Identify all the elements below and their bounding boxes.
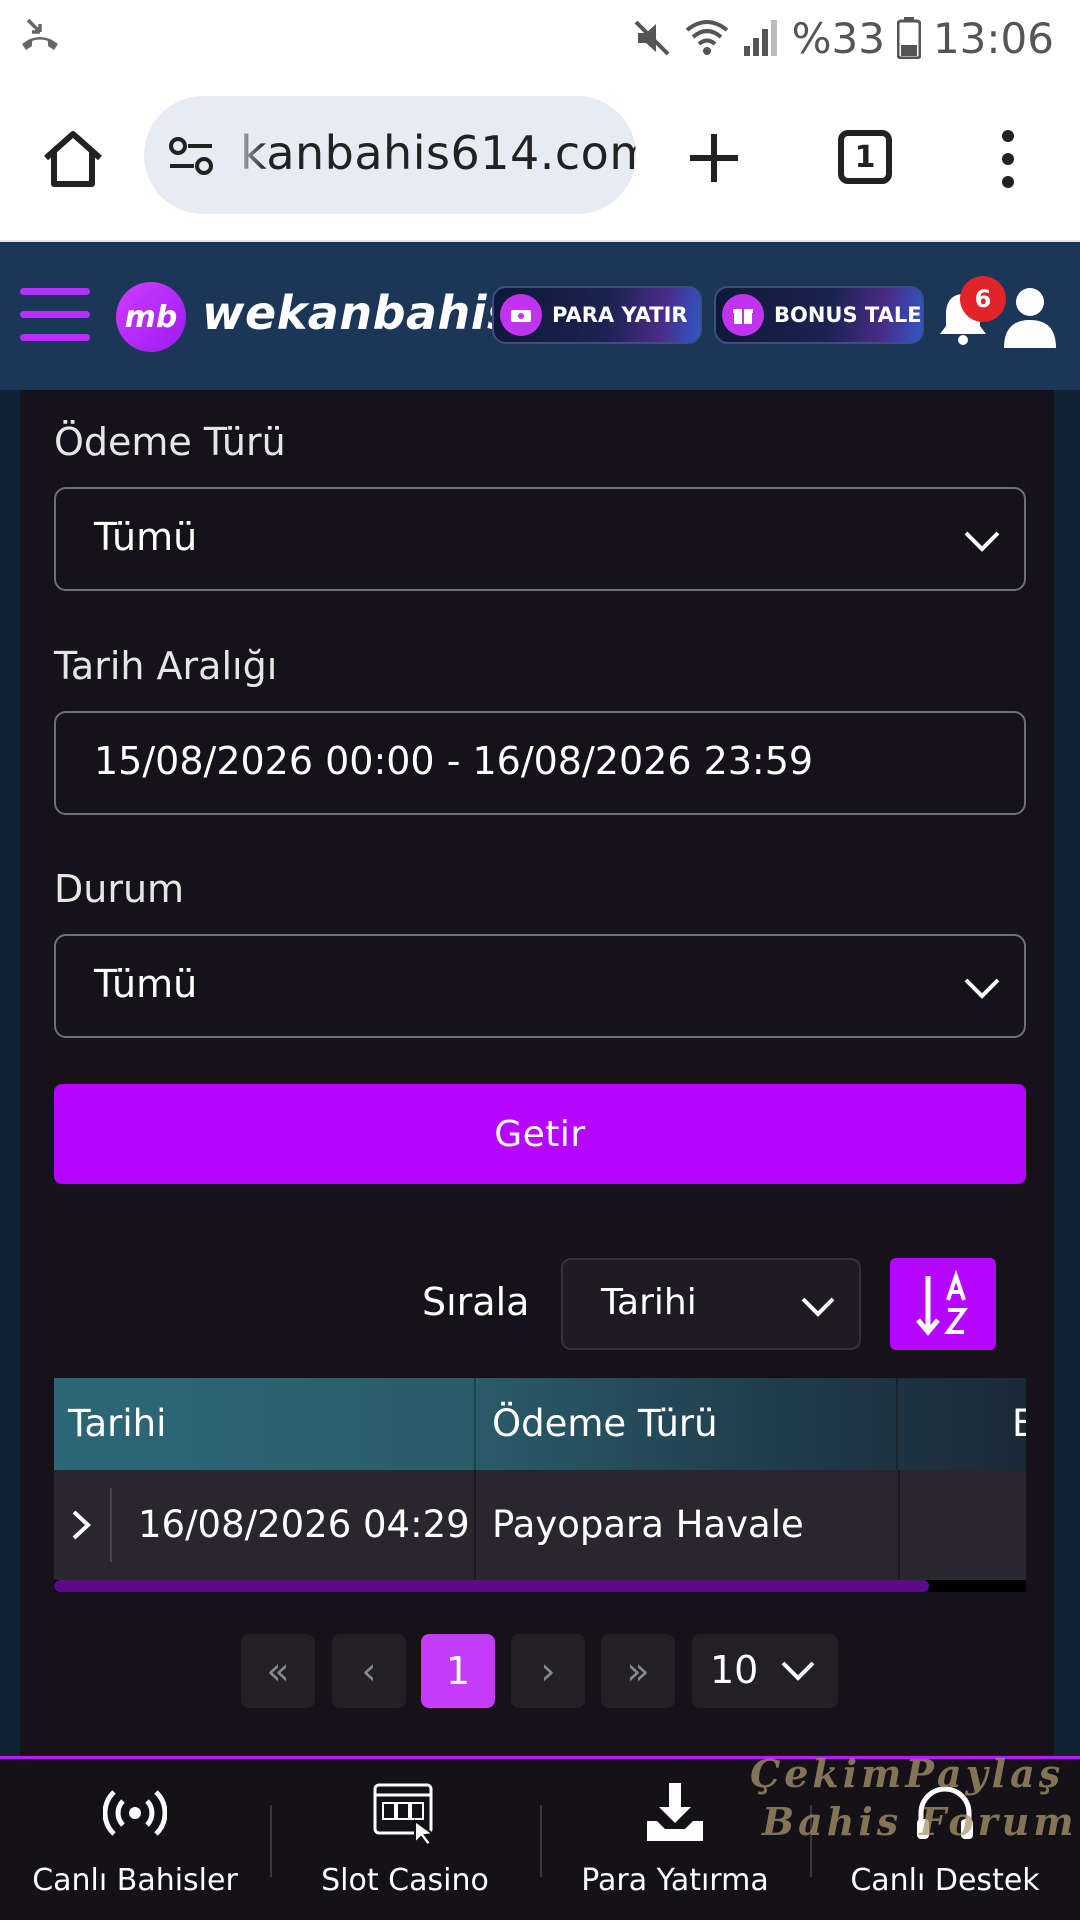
notification-count-badge: 6 <box>960 276 1006 322</box>
status-icons: %33 13:06 <box>632 10 1054 66</box>
sort-label: Sırala <box>422 1280 530 1324</box>
table-scrollbar[interactable] <box>54 1580 1026 1592</box>
row-payment-type: Payopara Havale <box>492 1503 804 1546</box>
para-yatir-button[interactable]: PARA YATIR <box>492 286 702 344</box>
chevron-down-icon <box>964 978 1000 999</box>
status-label: Durum <box>54 867 185 911</box>
last-page-button[interactable]: » <box>601 1634 675 1708</box>
page-1-button[interactable]: 1 <box>421 1634 495 1708</box>
payment-type-select[interactable]: Tümü <box>54 487 1026 591</box>
sort-value: Tarihi <box>601 1282 697 1323</box>
table-header: Tarihi Ödeme Türü E <box>54 1378 1026 1470</box>
prev-page-button[interactable]: ‹ <box>332 1634 406 1708</box>
status-select[interactable]: Tümü <box>54 934 1026 1038</box>
getir-button[interactable]: Getir <box>54 1084 1026 1184</box>
more-options-icon[interactable] <box>996 128 1020 190</box>
nav-label: Para Yatırma <box>581 1863 769 1898</box>
status-value: Tümü <box>94 962 198 1006</box>
per-page-select[interactable]: 10 <box>692 1634 838 1708</box>
nav-slot-casino[interactable]: Slot Casino <box>270 1759 540 1923</box>
first-page-button[interactable]: « <box>241 1634 315 1708</box>
nav-canli-bahisler[interactable]: Canlı Bahisler <box>0 1759 270 1923</box>
column-header-payment-type[interactable]: Ödeme Türü <box>492 1378 718 1470</box>
bonus-talep-label: BONUS TALEP <box>774 303 924 327</box>
column-header-date[interactable]: Tarihi <box>68 1378 166 1470</box>
nav-label: Slot Casino <box>321 1863 489 1898</box>
sort-a-z-icon <box>916 1269 968 1336</box>
watermark-line-1: ÇekimPaylaş <box>750 1751 1065 1796</box>
nav-label: Canlı Destek <box>850 1863 1040 1898</box>
date-range-label: Tarih Aralığı <box>54 644 278 688</box>
per-page-value: 10 <box>710 1648 759 1692</box>
date-range-value: 15/08/2026 00:00 - 16/08/2026 23:59 <box>94 739 814 783</box>
battery-icon <box>896 17 921 59</box>
sort-direction-button[interactable] <box>890 1258 996 1350</box>
next-page-button[interactable]: › <box>511 1634 585 1708</box>
chevron-down-icon <box>801 1297 835 1317</box>
table-scrollbar-thumb[interactable] <box>54 1580 929 1592</box>
chevron-down-icon <box>781 1661 815 1681</box>
mute-icon <box>634 20 670 56</box>
logo-badge[interactable]: mb <box>116 282 186 352</box>
new-tab-icon[interactable] <box>686 130 742 186</box>
transactions-table: Tarihi Ödeme Türü E 16/08/2026 04:29 Pay… <box>54 1378 1026 1592</box>
status-bar: %33 13:06 <box>0 0 1080 78</box>
logo-text[interactable]: wekanbahis <box>202 286 515 340</box>
column-header-truncated[interactable]: E <box>1012 1378 1026 1470</box>
url-fade <box>230 96 266 214</box>
download-icon <box>647 1783 703 1841</box>
bonus-talep-button[interactable]: BONUS TALEP <box>714 286 924 344</box>
address-bar[interactable]: kanbahis614.com <box>144 96 636 214</box>
payment-type-label: Ödeme Türü <box>54 420 286 464</box>
signal-icon <box>743 20 777 56</box>
tab-switcher-button[interactable]: 1 <box>838 130 892 184</box>
deposit-icon <box>500 294 542 336</box>
chevron-right-icon[interactable] <box>66 1506 96 1544</box>
nav-label: Canlı Bahisler <box>32 1863 238 1898</box>
site-settings-icon[interactable] <box>166 134 216 178</box>
missed-call-icon <box>22 18 58 50</box>
url-text: kanbahis614.com <box>240 126 636 180</box>
menu-icon[interactable] <box>20 288 90 344</box>
table-row[interactable]: 16/08/2026 04:29 Payopara Havale <box>54 1470 1026 1580</box>
gift-icon <box>722 294 764 336</box>
site-header: mb wekanbahis PARA YATIR BONUS TALEP 6 <box>0 242 1080 390</box>
clock: 13:06 <box>932 13 1054 63</box>
watermark: ÇekimPaylaş Bahis Forum <box>750 1750 1080 1850</box>
chevron-down-icon <box>964 531 1000 552</box>
live-broadcast-icon <box>103 1790 167 1836</box>
battery-percent: %33 <box>791 13 885 63</box>
row-date: 16/08/2026 04:29 <box>138 1503 470 1546</box>
wifi-icon <box>685 20 728 55</box>
para-yatir-label: PARA YATIR <box>552 303 688 327</box>
watermark-line-2: Bahis Forum <box>762 1799 1078 1844</box>
sort-select[interactable]: Tarihi <box>561 1258 861 1350</box>
user-icon[interactable] <box>1002 286 1058 348</box>
date-range-input[interactable]: 15/08/2026 00:00 - 16/08/2026 23:59 <box>54 711 1026 815</box>
home-icon[interactable] <box>40 126 106 192</box>
payment-type-value: Tümü <box>94 515 198 559</box>
browser-toolbar: kanbahis614.com 1 <box>0 78 1080 242</box>
slot-machine-icon <box>373 1783 436 1845</box>
